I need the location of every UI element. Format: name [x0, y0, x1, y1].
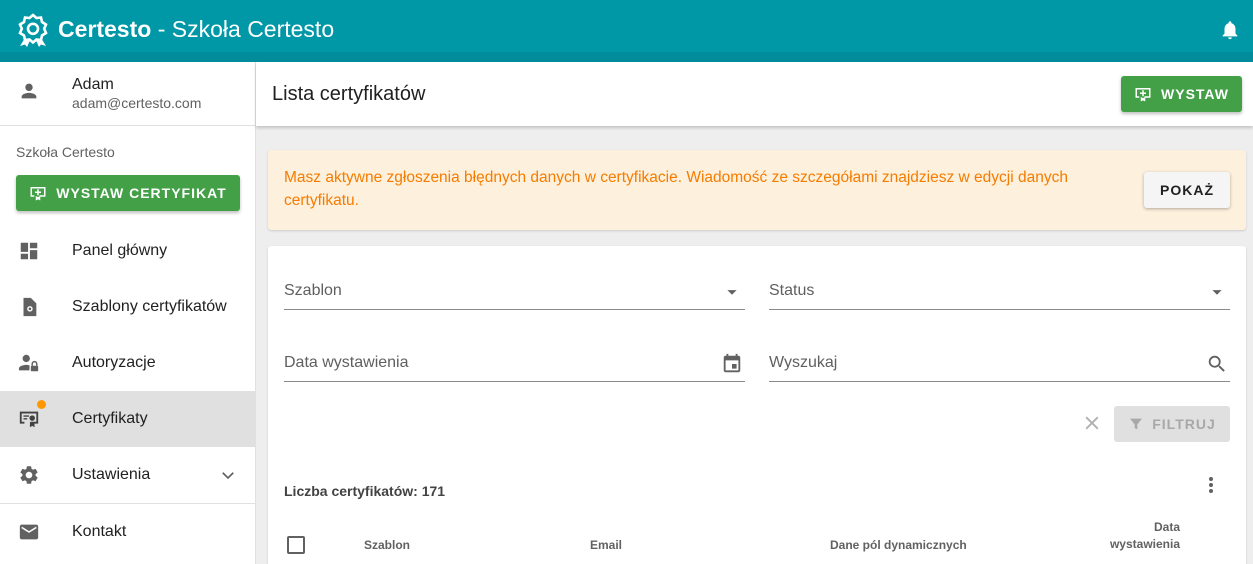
- sidebar-item-dashboard[interactable]: Panel główny: [0, 223, 255, 279]
- search-icon: [1208, 355, 1225, 372]
- issue-button-label: WYSTAW: [1161, 86, 1229, 102]
- alert-message: Masz aktywne zgłoszenia błędnych danych …: [284, 169, 1068, 209]
- certificate-add-icon: [1135, 88, 1151, 102]
- sidebar-item-settings[interactable]: Ustawienia: [0, 447, 255, 503]
- issue-certificate-button[interactable]: WYSTAW CERTYFIKAT: [16, 175, 240, 211]
- warning-alert: Masz aktywne zgłoszenia błędnych danych …: [268, 150, 1246, 230]
- dropdown-arrow-icon: [1212, 290, 1222, 295]
- show-button[interactable]: POKAŻ: [1144, 172, 1230, 208]
- certificates-card: Szablon Status Data wystawienia Wyszukaj…: [268, 246, 1246, 564]
- filter-icon: [1130, 418, 1143, 430]
- column-header-email[interactable]: Email: [590, 538, 622, 552]
- app-title: Certesto - Szkoła Certesto: [58, 15, 334, 43]
- certificate-icon: [19, 411, 39, 428]
- top-bar-stripe: [0, 52, 1253, 62]
- sidebar-item-contact[interactable]: Kontakt: [0, 504, 255, 560]
- more-vert-icon[interactable]: [1201, 473, 1221, 497]
- school-name: Szkoła Certesto: [16, 144, 115, 160]
- bell-icon[interactable]: [1219, 18, 1241, 42]
- column-header-dynamic-fields[interactable]: Dane pól dynamicznych: [830, 538, 967, 552]
- sidebar-item-templates[interactable]: Szablony certyfikatów: [0, 279, 255, 335]
- status-select-label: Status: [769, 282, 815, 299]
- sidebar-item-authorizations[interactable]: Autoryzacje: [0, 335, 255, 391]
- sidebar-item-label: Szablony certyfikatów: [72, 298, 227, 315]
- app-name: Certesto: [58, 16, 152, 42]
- issue-date-field[interactable]: Data wystawienia: [284, 346, 745, 382]
- issue-button[interactable]: WYSTAW: [1121, 76, 1242, 112]
- filter-button-label: FILTRUJ: [1152, 416, 1216, 432]
- sidebar-item-label: Kontakt: [72, 523, 127, 540]
- user-name: Adam: [72, 76, 114, 93]
- calendar-icon[interactable]: [721, 353, 743, 375]
- notification-dot: [37, 400, 46, 409]
- certificate-count: Liczba certyfikatów: 171: [284, 483, 446, 499]
- sidebar: Adam adam@certesto.com Szkoła Certesto W…: [0, 62, 256, 564]
- issue-certificate-label: WYSTAW CERTYFIKAT: [56, 185, 227, 201]
- person-icon: [21, 83, 37, 99]
- sidebar-item-label: Panel główny: [72, 242, 168, 259]
- user-profile[interactable]: Adam adam@certesto.com: [0, 62, 255, 126]
- clear-filters-icon[interactable]: [1082, 413, 1102, 433]
- sidebar-item-label: Ustawienia: [72, 466, 151, 483]
- template-select[interactable]: Szablon: [284, 274, 745, 310]
- sidebar-item-certificates[interactable]: Certyfikaty: [0, 391, 255, 447]
- top-bar: Certesto - Szkoła Certesto: [0, 0, 1253, 62]
- dashboard-icon: [20, 242, 38, 260]
- user-email: adam@certesto.com: [72, 95, 202, 111]
- chevron-down-icon[interactable]: [219, 466, 237, 484]
- filter-button[interactable]: FILTRUJ: [1114, 406, 1230, 442]
- issue-date-label: Data wystawienia: [284, 354, 409, 371]
- mail-icon: [19, 524, 39, 540]
- template-icon: [23, 297, 37, 317]
- search-field[interactable]: Wyszukaj: [769, 346, 1230, 382]
- person-lock-icon: [18, 354, 39, 372]
- page-header: Lista certyfikatów WYSTAW: [256, 62, 1253, 126]
- sidebar-item-label: Autoryzacje: [72, 354, 156, 371]
- org-name: Szkoła Certesto: [171, 16, 335, 42]
- search-label: Wyszukaj: [769, 354, 838, 371]
- title-separator: -: [151, 16, 172, 42]
- certificate-add-icon: [30, 187, 46, 201]
- select-all-checkbox[interactable]: [287, 536, 305, 554]
- gear-icon: [20, 466, 38, 484]
- status-select[interactable]: Status: [769, 274, 1230, 310]
- column-header-template[interactable]: Szablon: [364, 538, 410, 552]
- template-select-label: Szablon: [284, 282, 342, 299]
- award-ribbon-icon: [18, 13, 48, 47]
- dropdown-arrow-icon: [727, 290, 737, 295]
- sidebar-item-label: Certyfikaty: [72, 410, 148, 427]
- column-header-issue-date[interactable]: Data wystawienia: [1098, 519, 1180, 553]
- page-title: Lista certyfikatów: [272, 83, 426, 105]
